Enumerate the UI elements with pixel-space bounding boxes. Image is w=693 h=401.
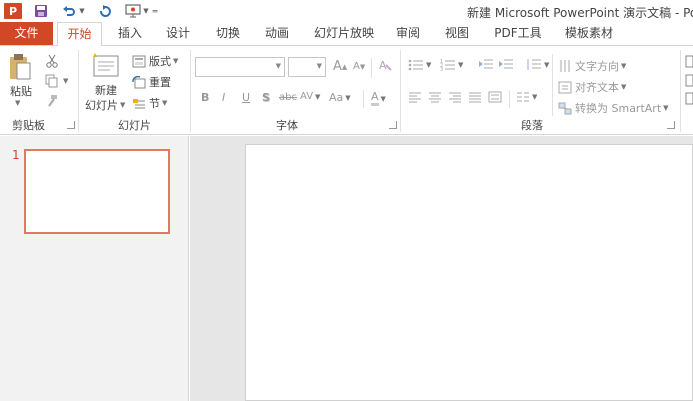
text-shadow-button[interactable]: S xyxy=(262,91,270,104)
numbering-button[interactable]: 1 2 3 ▼ xyxy=(440,58,463,72)
tab-templates[interactable]: 模板素材 xyxy=(558,22,620,45)
new-slide-label: 幻灯片 xyxy=(85,99,118,112)
align-text-label: 对齐文本 xyxy=(575,81,619,94)
save-icon[interactable] xyxy=(33,2,49,20)
tab-file[interactable]: 文件 xyxy=(0,22,53,45)
change-case-button[interactable]: Aa ▼ xyxy=(329,91,351,104)
layout-button[interactable]: 版式 ▼ xyxy=(132,53,178,69)
tab-home[interactable]: 开始 xyxy=(57,22,102,46)
tab-design[interactable]: 设计 xyxy=(158,22,198,45)
section-label: 节 xyxy=(149,97,160,110)
slide-thumbnail[interactable] xyxy=(24,149,170,234)
group-divider xyxy=(680,50,681,132)
tab-review[interactable]: 审阅 xyxy=(388,22,428,45)
paragraph-inner-divider xyxy=(509,90,510,108)
clipboard-group-label: 剪贴板 xyxy=(12,119,45,132)
font-group-label: 字体 xyxy=(276,119,298,132)
new-slide-button-line1[interactable]: 新建 xyxy=(95,82,117,98)
font-name-combobox[interactable]: ▼ xyxy=(195,57,285,77)
align-text-button[interactable]: 对齐文本 ▼ xyxy=(558,79,626,95)
tab-animations[interactable]: 动画 xyxy=(257,22,297,45)
group-divider xyxy=(400,50,401,132)
convert-smartart-button[interactable]: 转换为 SmartArt ▼ xyxy=(558,100,669,116)
justify-icon[interactable] xyxy=(468,91,482,103)
align-right-icon[interactable] xyxy=(448,91,462,103)
format-painter-icon[interactable] xyxy=(45,94,59,108)
paragraph-launcher-icon[interactable] xyxy=(667,121,675,129)
cut-icon[interactable] xyxy=(45,54,59,68)
align-left-icon[interactable] xyxy=(408,91,422,103)
undo-dropdown-icon[interactable]: ▼ xyxy=(78,2,86,20)
tab-view[interactable]: 视图 xyxy=(437,22,477,45)
font-color-label: A xyxy=(371,91,379,106)
section-button[interactable]: 节 ▼ xyxy=(132,95,167,111)
character-spacing-label: AV xyxy=(300,91,314,102)
copy-icon[interactable]: ▼ xyxy=(45,74,68,88)
tab-transitions[interactable]: 切换 xyxy=(208,22,248,45)
italic-button[interactable]: I xyxy=(222,91,225,104)
shrink-font-label: A xyxy=(353,61,360,72)
new-slide-icon[interactable] xyxy=(90,52,120,78)
redo-icon[interactable] xyxy=(97,2,113,20)
strikethrough-button[interactable]: abc xyxy=(279,92,297,103)
layout-label: 版式 xyxy=(149,55,171,68)
decrease-indent-icon[interactable] xyxy=(478,58,494,72)
font-launcher-icon[interactable] xyxy=(389,121,397,129)
line-spacing-button[interactable]: ▼ xyxy=(526,58,549,72)
slideshow-dropdown-icon[interactable]: ▼ xyxy=(142,2,150,20)
tab-pdf-tools[interactable]: PDF工具 xyxy=(486,22,550,45)
paste-button[interactable]: 粘贴 xyxy=(10,83,32,99)
underline-button[interactable]: U xyxy=(242,91,250,104)
align-center-icon[interactable] xyxy=(428,91,442,103)
drawing-shapes-icon[interactable] xyxy=(685,55,693,105)
grow-font-button[interactable]: A ▲ xyxy=(333,59,347,74)
shrink-font-button[interactable]: A ▼ xyxy=(353,61,365,72)
columns-button[interactable]: ▼ xyxy=(516,91,537,103)
character-spacing-button[interactable]: AV ▼ xyxy=(300,91,320,102)
reset-button[interactable]: 重置 xyxy=(132,74,171,90)
font-color-button[interactable]: A ▼ xyxy=(371,91,386,106)
ribbon: 粘贴 ▼ ▼ 剪贴板 新建 幻灯片 ▼ 版式 ▼ 重置 节 ▼ 幻灯片 ▼ ▼ A ▲ xyxy=(0,45,693,135)
font-name-dropdown-icon[interactable]: ▼ xyxy=(276,62,281,70)
tab-slideshow[interactable]: 幻灯片放映 xyxy=(308,22,380,45)
font-inner-divider xyxy=(363,90,364,108)
slideshow-icon[interactable] xyxy=(124,2,142,20)
clear-formatting-icon[interactable]: A xyxy=(378,58,392,72)
font-inner-divider xyxy=(371,58,372,78)
clipboard-launcher-icon[interactable] xyxy=(67,121,75,129)
increase-indent-icon[interactable] xyxy=(498,58,514,72)
convert-smartart-label: 转换为 SmartArt xyxy=(575,102,662,115)
group-divider xyxy=(78,50,79,132)
powerpoint-logo-icon: P xyxy=(4,3,22,19)
customize-toolbar-icon[interactable]: ═ xyxy=(150,2,160,20)
text-direction-label: 文字方向 xyxy=(575,60,619,73)
slides-group-label: 幻灯片 xyxy=(118,119,151,132)
paragraph-group-label: 段落 xyxy=(521,119,543,132)
text-direction-button[interactable]: 文字方向 ▼ xyxy=(558,58,626,74)
svg-text:3: 3 xyxy=(440,67,443,72)
reset-label: 重置 xyxy=(149,76,171,89)
grow-font-label: A xyxy=(333,59,342,74)
bullets-button[interactable]: ▼ xyxy=(408,58,431,72)
slide-canvas[interactable] xyxy=(245,144,693,401)
new-slide-dropdown-icon: ▼ xyxy=(120,101,126,109)
title-bar: P ▼ ▼ ═ 新建 Microsoft PowerPoint 演示文稿 - P… xyxy=(0,0,693,22)
group-divider xyxy=(190,50,191,132)
new-slide-button[interactable]: 幻灯片 ▼ xyxy=(85,97,125,113)
slide-number: 1 xyxy=(12,148,20,162)
paste-icon[interactable] xyxy=(8,52,32,82)
window-title: 新建 Microsoft PowerPoint 演示文稿 - Pow xyxy=(467,6,693,20)
change-case-label: Aa xyxy=(329,91,344,104)
bold-button[interactable]: B xyxy=(201,91,209,104)
font-size-combobox[interactable]: ▼ xyxy=(288,57,326,77)
undo-icon[interactable] xyxy=(61,2,77,20)
tab-insert[interactable]: 插入 xyxy=(110,22,150,45)
ribbon-tabs: 文件 开始 插入 设计 切换 动画 幻灯片放映 审阅 视图 PDF工具 模板素材 xyxy=(0,22,693,46)
paragraph-inner-divider xyxy=(552,54,553,116)
distributed-icon[interactable] xyxy=(488,91,502,103)
paste-dropdown-icon[interactable]: ▼ xyxy=(15,99,20,107)
font-size-dropdown-icon[interactable]: ▼ xyxy=(317,62,322,70)
